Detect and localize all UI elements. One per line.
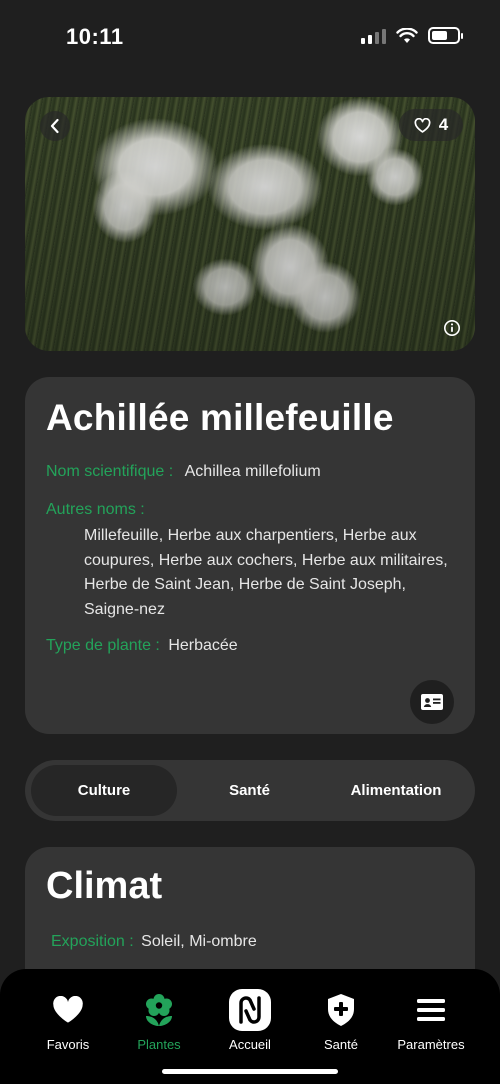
other-names-value: Millefeuille, Herbe aux charpentiers, He… [84, 527, 448, 618]
wifi-icon [396, 27, 418, 43]
plant-type-value: Herbacée [168, 637, 238, 654]
plant-type-row: Type de plante : Herbacée [46, 637, 238, 655]
exposition-value: Soleil, Mi-ombre [141, 933, 257, 950]
shield-plus-icon [328, 994, 354, 1026]
bottom-nav: Favoris Plantes Accueil Santé Paramètres [0, 969, 500, 1084]
battery-icon [428, 27, 463, 44]
scientific-name-value: Achillea millefolium [184, 463, 321, 480]
logo-icon [229, 989, 271, 1031]
id-card-icon [421, 694, 443, 710]
exposition-label: Exposition : [51, 933, 134, 950]
home-indicator [162, 1069, 338, 1074]
climat-title: Climat [46, 865, 163, 907]
signal-icon [361, 28, 386, 44]
menu-icon [417, 999, 445, 1021]
nav-item-favoris[interactable]: Favoris [28, 989, 108, 1052]
plant-photo: 4 [25, 97, 475, 351]
status-icons [361, 27, 463, 44]
like-count: 4 [438, 115, 449, 134]
favorite-button[interactable]: 4 [399, 109, 463, 141]
status-bar: 10:11 [0, 0, 500, 75]
info-icon[interactable] [443, 319, 461, 337]
scientific-name-label: Nom scientifique : [46, 463, 174, 480]
tab-alimentation[interactable]: Alimentation [322, 765, 470, 816]
nav-label-accueil: Accueil [229, 1037, 271, 1052]
nav-label-plantes: Plantes [137, 1037, 181, 1052]
tab-sante[interactable]: Santé [177, 765, 322, 816]
other-names-label: Autres noms : [46, 501, 145, 518]
nav-label-sante: Santé [324, 1037, 358, 1052]
id-card-button[interactable] [410, 680, 454, 724]
flower-icon [146, 994, 172, 1026]
heart-icon [53, 996, 83, 1023]
plant-info-card: Achillée millefeuille Nom scientifique :… [25, 377, 475, 734]
chevron-left-icon [50, 118, 59, 134]
status-time: 10:11 [66, 24, 124, 49]
nav-item-accueil[interactable]: Accueil [210, 989, 290, 1052]
exposition-row: Exposition : Soleil, Mi-ombre [51, 933, 257, 951]
nav-label-parametres: Paramètres [397, 1037, 465, 1052]
nav-item-parametres[interactable]: Paramètres [391, 989, 471, 1052]
back-button[interactable] [40, 111, 70, 141]
nav-label-favoris: Favoris [46, 1037, 90, 1052]
plant-type-label: Type de plante : [46, 637, 160, 654]
nav-item-sante[interactable]: Santé [301, 989, 381, 1052]
tab-culture[interactable]: Culture [31, 765, 177, 816]
heart-icon [414, 117, 431, 133]
section-tabs: Culture Santé Alimentation [25, 760, 475, 821]
nav-item-plantes[interactable]: Plantes [119, 989, 199, 1052]
scientific-name-row: Nom scientifique : Achillea millefolium [46, 463, 321, 481]
plant-name: Achillée millefeuille [46, 397, 394, 438]
